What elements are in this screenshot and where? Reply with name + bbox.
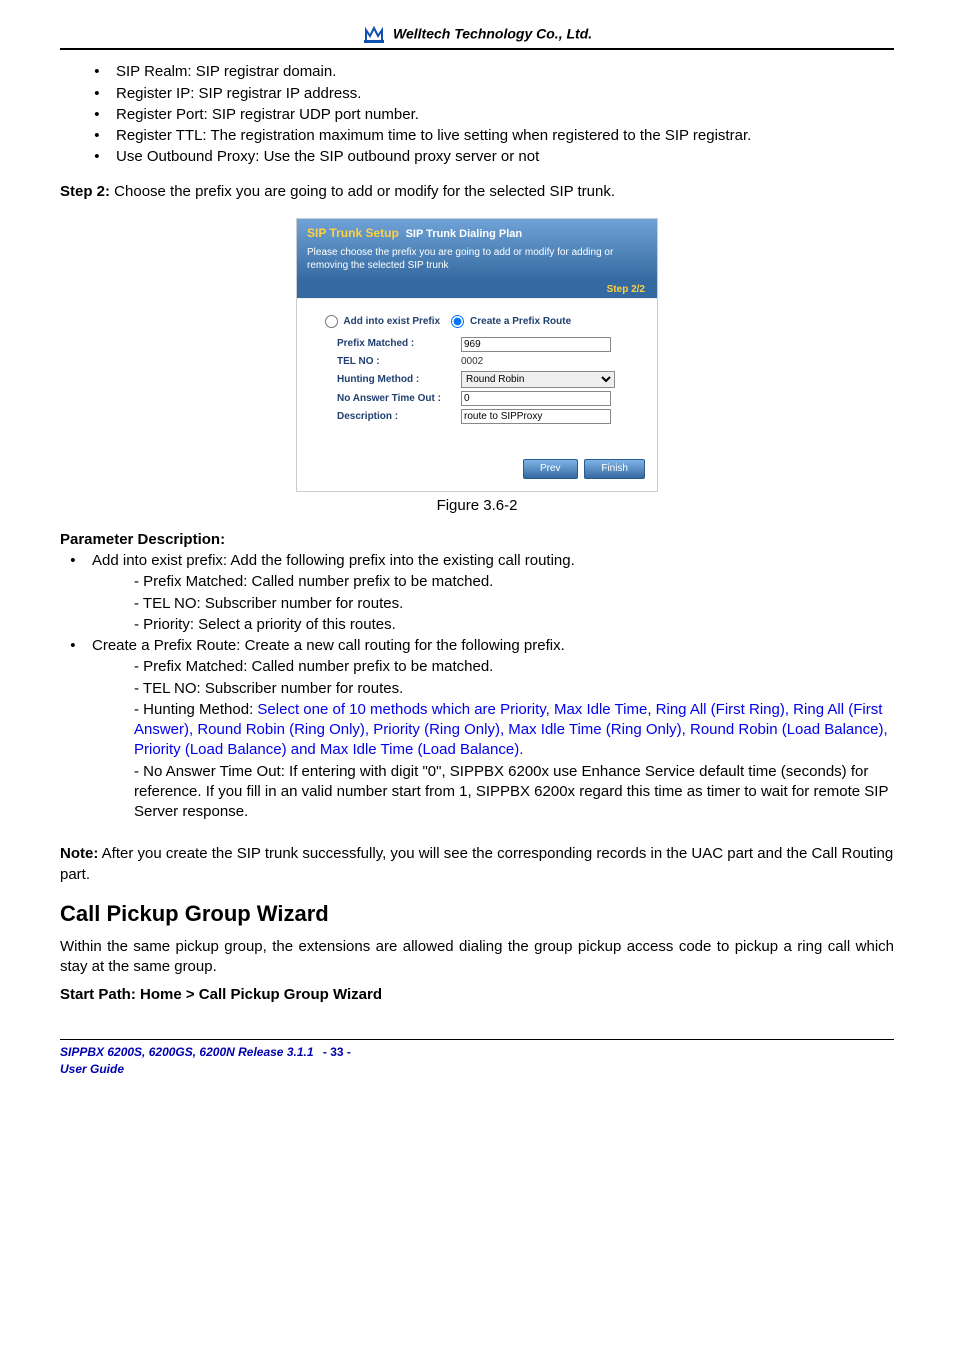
radio-create-route[interactable]: Create a Prefix Route — [451, 316, 571, 327]
footer-divider — [60, 1039, 894, 1040]
figure-body: Add into exist Prefix Create a Prefix Ro… — [297, 298, 657, 449]
radio-create-route-label: Create a Prefix Route — [470, 316, 571, 327]
telno-label: TEL NO : — [315, 355, 461, 369]
note-text: After you create the SIP trunk successfu… — [60, 845, 893, 882]
sip-trunk-figure: SIP Trunk Setup SIP Trunk Dialing Plan P… — [296, 218, 658, 492]
add-exist-text: Add into exist prefix: Add the following… — [92, 552, 575, 569]
hunting-select[interactable]: Round Robin — [461, 371, 615, 388]
company-logo-icon — [362, 24, 386, 44]
list-item: Register TTL: The registration maximum t… — [112, 126, 894, 146]
figure-footer: Prev Finish — [297, 449, 657, 491]
figure-desc: Please choose the prefix you are going t… — [307, 246, 647, 273]
sub-list-item: TEL NO: Subscriber number for routes. — [130, 594, 894, 614]
footer-line1: SIPPBX 6200S, 6200GS, 6200N Release 3.1.… — [60, 1045, 314, 1059]
step2-paragraph: Step 2: Choose the prefix you are going … — [60, 182, 894, 202]
list-item: SIP Realm: SIP registrar domain. — [112, 62, 894, 82]
definition-list: SIP Realm: SIP registrar domain. Registe… — [60, 62, 894, 167]
step2-label: Step 2: — [60, 183, 110, 200]
list-item: Use Outbound Proxy: Use the SIP outbound… — [112, 147, 894, 167]
hunt-lead: Hunting Method: — [143, 701, 257, 718]
step2-text: Choose the prefix you are going to add o… — [110, 183, 615, 200]
figure-caption: Figure 3.6-2 — [60, 496, 894, 516]
start-path: Start Path: Home > Call Pickup Group Wiz… — [60, 985, 894, 1005]
description-label: Description : — [315, 410, 461, 424]
radio-create-route-input[interactable] — [451, 315, 464, 328]
sub-list-item: Priority: Select a priority of this rout… — [130, 615, 894, 635]
list-item: Create a Prefix Route: Create a new call… — [88, 636, 894, 822]
sub-list-item: TEL NO: Subscriber number for routes. — [130, 679, 894, 699]
figure-header: SIP Trunk Setup SIP Trunk Dialing Plan P… — [297, 219, 657, 281]
section-heading: Call Pickup Group Wizard — [60, 899, 894, 929]
prefix-matched-label: Prefix Matched : — [315, 337, 461, 351]
sub-list-item: Hunting Method: Select one of 10 methods… — [130, 700, 894, 761]
footer-line2: User Guide — [60, 1062, 124, 1076]
page-footer: SIPPBX 6200S, 6200GS, 6200N Release 3.1.… — [60, 1044, 894, 1076]
radio-add-exist-label: Add into exist Prefix — [343, 316, 440, 327]
list-item: Add into exist prefix: Add the following… — [88, 551, 894, 635]
list-item: Register IP: SIP registrar IP address. — [112, 84, 894, 104]
figure-subtitle: SIP Trunk Dialing Plan — [406, 228, 523, 240]
sub-list-item: Prefix Matched: Called number prefix to … — [130, 657, 894, 677]
radio-add-exist[interactable]: Add into exist Prefix — [325, 316, 440, 327]
prefix-matched-input[interactable] — [461, 337, 611, 352]
note-label: Note: — [60, 845, 98, 862]
hunting-label: Hunting Method : — [315, 373, 461, 387]
sub-list-item: No Answer Time Out: If entering with dig… — [130, 762, 894, 823]
section-body: Within the same pickup group, the extens… — [60, 937, 894, 978]
param-desc-heading: Parameter Description: — [60, 530, 894, 550]
note-paragraph: Note: After you create the SIP trunk suc… — [60, 844, 894, 885]
company-name: Welltech Technology Co., Ltd. — [393, 26, 592, 42]
page-number: - 33 - — [323, 1045, 351, 1059]
noanswer-input[interactable] — [461, 391, 611, 406]
description-input[interactable] — [461, 409, 611, 424]
list-item: Register Port: SIP registrar UDP port nu… — [112, 105, 894, 125]
noanswer-label: No Answer Time Out : — [315, 392, 461, 406]
create-route-text: Create a Prefix Route: Create a new call… — [92, 637, 565, 654]
radio-add-exist-input[interactable] — [325, 315, 338, 328]
figure-step-badge: Step 2/2 — [297, 281, 657, 299]
page-header: Welltech Technology Co., Ltd. — [60, 24, 894, 50]
telno-value: 0002 — [461, 355, 483, 369]
finish-button[interactable]: Finish — [584, 459, 645, 479]
figure-title: SIP Trunk Setup — [307, 226, 399, 240]
prev-button[interactable]: Prev — [523, 459, 578, 479]
radio-row: Add into exist Prefix Create a Prefix Ro… — [325, 315, 639, 329]
sub-list-item: Prefix Matched: Called number prefix to … — [130, 572, 894, 592]
